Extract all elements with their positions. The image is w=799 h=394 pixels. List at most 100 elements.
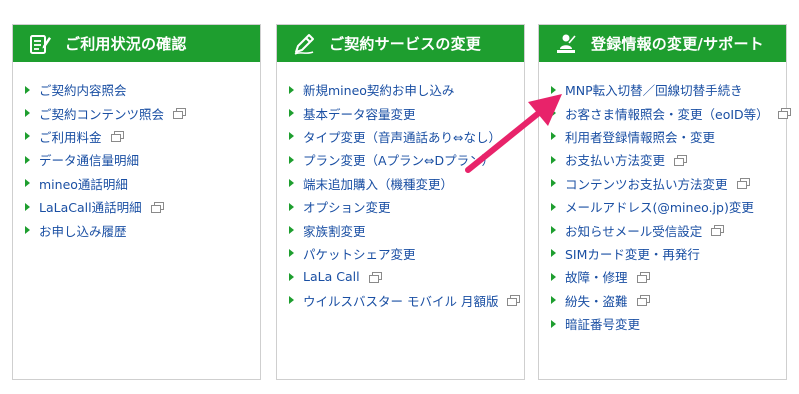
- link-lost-stolen[interactable]: 紛失・盗難: [565, 291, 628, 310]
- link-list: 新規mineo契約お申し込み 基本データ容量変更 タイプ変更（音声通話あり⇔なし…: [277, 62, 524, 312]
- link-contract-details[interactable]: ご契約内容照会: [39, 80, 127, 99]
- bullet-icon: [289, 249, 294, 258]
- external-window-icon: [150, 201, 164, 213]
- list-item[interactable]: LaLa Call: [289, 265, 524, 288]
- list-item[interactable]: 端末追加購入（機種変更）: [289, 172, 524, 195]
- list-item[interactable]: メールアドレス(@mineo.jp)変更: [551, 195, 786, 218]
- list-item[interactable]: お支払い方法変更: [551, 148, 786, 171]
- list-item[interactable]: ウイルスバスター モバイル 月額版: [289, 289, 524, 312]
- list-item[interactable]: 家族割変更: [289, 218, 524, 241]
- link-notification-mail[interactable]: お知らせメール受信設定: [565, 221, 702, 240]
- list-item[interactable]: オプション変更: [289, 195, 524, 218]
- link-virus-buster[interactable]: ウイルスバスター モバイル 月額版: [303, 291, 498, 310]
- link-data-capacity-change[interactable]: 基本データ容量変更: [303, 104, 416, 123]
- external-window-icon: [777, 108, 791, 120]
- link-lalacall[interactable]: LaLa Call: [303, 269, 360, 284]
- panel-header: ご契約サービスの変更: [277, 25, 524, 62]
- link-pin-change[interactable]: 暗証番号変更: [565, 314, 640, 333]
- link-data-usage[interactable]: データ通信量明細: [39, 150, 139, 169]
- bullet-icon: [289, 296, 294, 305]
- list-item[interactable]: SIMカード変更・再発行: [551, 242, 786, 265]
- list-item[interactable]: LaLaCall通話明細: [25, 195, 260, 218]
- bullet-icon: [551, 272, 556, 281]
- link-plan-change[interactable]: プラン変更（Aプラン⇔Dプラン）: [303, 150, 494, 169]
- list-item[interactable]: ご契約コンテンツ照会: [25, 101, 260, 124]
- list-item[interactable]: ご契約内容照会: [25, 78, 260, 101]
- link-mnp-line-switch[interactable]: MNP転入切替／回線切替手続き: [565, 80, 743, 99]
- link-lalacall-details[interactable]: LaLaCall通話明細: [39, 197, 142, 216]
- external-window-icon: [711, 225, 725, 237]
- link-sim-card[interactable]: SIMカード変更・再発行: [565, 244, 700, 263]
- bullet-icon: [289, 226, 294, 235]
- link-device-purchase[interactable]: 端末追加購入（機種変更）: [303, 174, 453, 193]
- bullet-icon: [289, 272, 294, 281]
- list-item[interactable]: お知らせメール受信設定: [551, 218, 786, 241]
- link-new-contract[interactable]: 新規mineo契約お申し込み: [303, 80, 454, 99]
- link-mineo-call-details[interactable]: mineo通話明細: [39, 174, 128, 193]
- list-item[interactable]: タイプ変更（音声通話あり⇔なし）: [289, 125, 524, 148]
- link-list: MNP転入切替／回線切替手続き お客さま情報照会・変更（eoID等） 利用者登録…: [539, 62, 791, 335]
- link-application-history[interactable]: お申し込み履歴: [39, 221, 127, 240]
- bullet-icon: [551, 109, 556, 118]
- document-edit-icon: [27, 31, 53, 57]
- list-item[interactable]: ご利用料金: [25, 125, 260, 148]
- external-window-icon: [636, 295, 650, 307]
- bullet-icon: [25, 226, 30, 235]
- link-email-change[interactable]: メールアドレス(@mineo.jp)変更: [565, 197, 754, 216]
- link-content-contracts[interactable]: ご契約コンテンツ照会: [39, 104, 164, 123]
- list-item[interactable]: パケットシェア変更: [289, 242, 524, 265]
- link-packet-share[interactable]: パケットシェア変更: [303, 244, 416, 263]
- list-item[interactable]: 新規mineo契約お申し込み: [289, 78, 524, 101]
- link-option-change[interactable]: オプション変更: [303, 197, 391, 216]
- link-list: ご契約内容照会 ご契約コンテンツ照会 ご利用料金 データ通信量明細 mineo通…: [13, 62, 260, 242]
- bullet-icon: [551, 319, 556, 328]
- list-item[interactable]: MNP転入切替／回線切替手続き: [551, 78, 786, 101]
- panel-title: ご利用状況の確認: [65, 35, 187, 53]
- bullet-icon: [289, 179, 294, 188]
- external-window-icon: [110, 131, 124, 143]
- bullet-icon: [25, 85, 30, 94]
- list-item[interactable]: 基本データ容量変更: [289, 101, 524, 124]
- list-item[interactable]: お客さま情報照会・変更（eoID等）: [551, 101, 791, 124]
- bullet-icon: [551, 249, 556, 258]
- link-payment-method[interactable]: お支払い方法変更: [565, 150, 665, 169]
- bullet-icon: [289, 85, 294, 94]
- bullet-icon: [25, 109, 30, 118]
- panel-header: 登録情報の変更/サポート: [539, 25, 786, 62]
- external-window-icon: [736, 178, 750, 190]
- list-item[interactable]: お申し込み履歴: [25, 218, 260, 241]
- link-repair[interactable]: 故障・修理: [565, 267, 628, 286]
- list-item[interactable]: mineo通話明細: [25, 172, 260, 195]
- link-customer-info[interactable]: お客さま情報照会・変更（eoID等）: [565, 104, 769, 123]
- list-item[interactable]: 暗証番号変更: [551, 312, 786, 335]
- list-item[interactable]: 紛失・盗難: [551, 289, 786, 312]
- panel-title: 登録情報の変更/サポート: [591, 35, 764, 53]
- link-content-payment[interactable]: コンテンツお支払い方法変更: [565, 174, 728, 193]
- external-window-icon: [674, 154, 688, 166]
- list-item[interactable]: 利用者登録情報照会・変更: [551, 125, 786, 148]
- bullet-icon: [25, 132, 30, 141]
- panel-header: ご利用状況の確認: [13, 25, 260, 62]
- bullet-icon: [551, 226, 556, 235]
- link-type-change[interactable]: タイプ変更（音声通話あり⇔なし）: [303, 127, 501, 146]
- bullet-icon: [25, 179, 30, 188]
- list-item[interactable]: プラン変更（Aプラン⇔Dプラン）: [289, 148, 524, 171]
- service-change-panel: ご契約サービスの変更 新規mineo契約お申し込み 基本データ容量変更 タイプ変…: [276, 24, 525, 380]
- bullet-icon: [551, 155, 556, 164]
- bullet-icon: [551, 202, 556, 211]
- list-item[interactable]: 故障・修理: [551, 265, 786, 288]
- bullet-icon: [25, 155, 30, 164]
- list-item[interactable]: コンテンツお支払い方法変更: [551, 172, 786, 195]
- link-user-registration[interactable]: 利用者登録情報照会・変更: [565, 127, 715, 146]
- link-usage-fees[interactable]: ご利用料金: [39, 127, 102, 146]
- bullet-icon: [25, 202, 30, 211]
- registration-support-panel: 登録情報の変更/サポート MNP転入切替／回線切替手続き お客さま情報照会・変更…: [538, 24, 791, 380]
- bullet-icon: [551, 85, 556, 94]
- list-item[interactable]: データ通信量明細: [25, 148, 260, 171]
- user-support-icon: [553, 31, 579, 57]
- bullet-icon: [289, 109, 294, 118]
- link-family-discount[interactable]: 家族割変更: [303, 221, 366, 240]
- bullet-icon: [551, 132, 556, 141]
- pencil-icon: [291, 31, 317, 57]
- usage-status-panel: ご利用状況の確認 ご契約内容照会 ご契約コンテンツ照会 ご利用料金 データ通信量…: [12, 24, 261, 380]
